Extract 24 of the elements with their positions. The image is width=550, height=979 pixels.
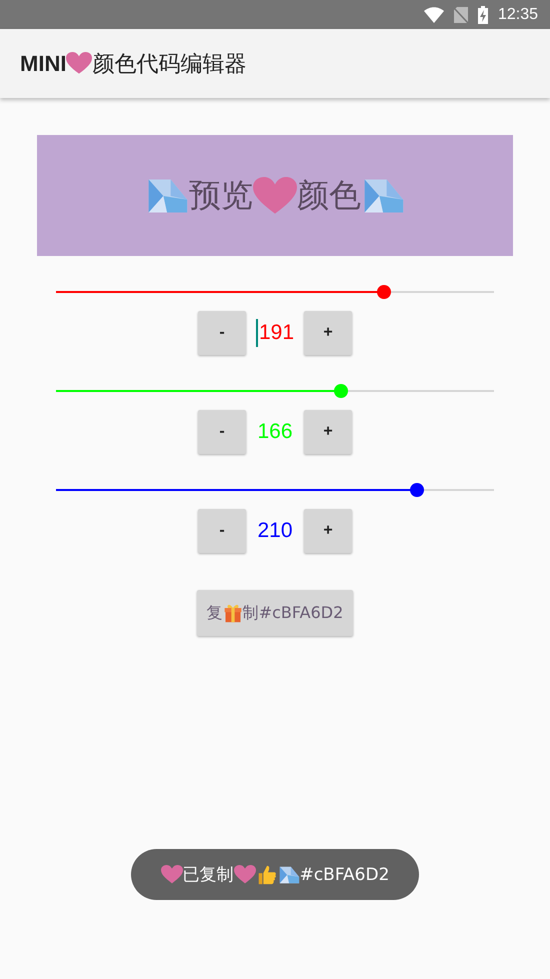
app-title: MINI (20, 50, 66, 76)
gift-icon (222, 603, 243, 623)
minus-button[interactable]: - (198, 509, 246, 553)
copy-button[interactable]: 复 制#cBFA6D2 (196, 590, 354, 636)
status-time: 12:35 (498, 6, 538, 24)
value-field[interactable]: 210 (252, 519, 298, 543)
minus-button[interactable]: - (198, 410, 246, 454)
app-title: 颜色代码编辑器 (92, 50, 246, 78)
plus-button[interactable]: + (304, 410, 352, 454)
wifi-icon (424, 6, 444, 22)
heart-icon (253, 176, 297, 214)
battery-charging-icon (478, 6, 488, 24)
heart-icon (234, 865, 256, 884)
preview-text: 预览 (189, 174, 253, 216)
value-field[interactable]: 191 (252, 319, 298, 347)
heart-icon (66, 52, 92, 75)
preview-text: 颜色 (297, 174, 361, 216)
toast-text: #cBFA6D2 (300, 864, 390, 884)
minus-button[interactable]: - (198, 311, 246, 355)
toast-text: 已复制 (182, 864, 234, 886)
plus-button[interactable]: + (304, 509, 352, 553)
plus-button[interactable]: + (304, 311, 352, 355)
sim-card-icon (454, 6, 468, 22)
heart-icon (160, 865, 183, 884)
